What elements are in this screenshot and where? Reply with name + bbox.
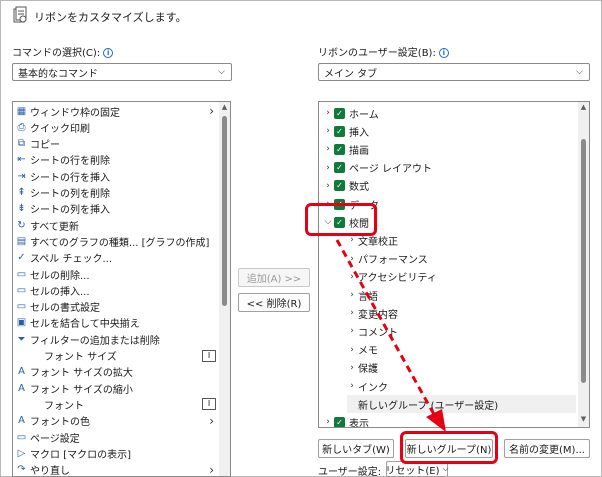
annotation-arrow: [335, 239, 446, 432]
arrowhead-icon: [426, 409, 446, 432]
